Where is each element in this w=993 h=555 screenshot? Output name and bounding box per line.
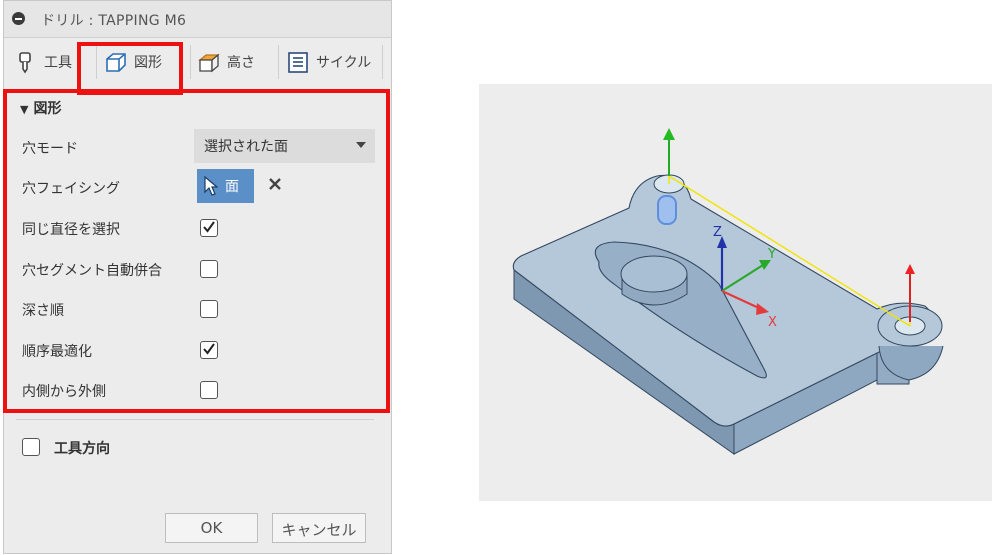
section-divider (16, 419, 374, 420)
tool-orientation-checkbox[interactable] (22, 438, 40, 456)
model-viewport[interactable]: Z Y X (479, 84, 992, 501)
part-model[interactable]: Z Y X (479, 84, 992, 501)
tab-divider (190, 45, 191, 79)
tab-divider (278, 45, 279, 79)
ok-button[interactable]: OK (165, 513, 258, 543)
height-cube-icon (197, 50, 221, 74)
tab-cycle-label: サイクル (316, 55, 372, 71)
axis-x-label: X (768, 315, 777, 330)
tab-tool[interactable]: 工具 (14, 39, 72, 85)
geometry-section-highlight (3, 89, 390, 413)
collapse-icon[interactable] (12, 12, 25, 25)
tab-divider (382, 45, 383, 79)
dialog-title: ドリル : TAPPING M6 (41, 13, 187, 29)
dialog-titlebar: ドリル : TAPPING M6 (4, 1, 391, 38)
tab-height-label: 高さ (227, 55, 255, 71)
tab-height[interactable]: 高さ (197, 39, 255, 85)
tab-bar: 工具 図形 高さ サイクル (4, 39, 391, 85)
drill-tool-icon (14, 50, 38, 74)
cycle-icon (286, 50, 310, 74)
tab-cycle[interactable]: サイクル (286, 39, 371, 85)
selected-hole-highlight (657, 195, 677, 225)
axis-y-label: Y (767, 247, 776, 262)
geometry-tab-highlight (77, 42, 183, 95)
cancel-button[interactable]: キャンセル (272, 513, 366, 543)
tab-tool-label: 工具 (44, 55, 72, 71)
tool-orientation-label: 工具方向 (54, 441, 110, 457)
axis-z-label: Z (713, 225, 722, 240)
